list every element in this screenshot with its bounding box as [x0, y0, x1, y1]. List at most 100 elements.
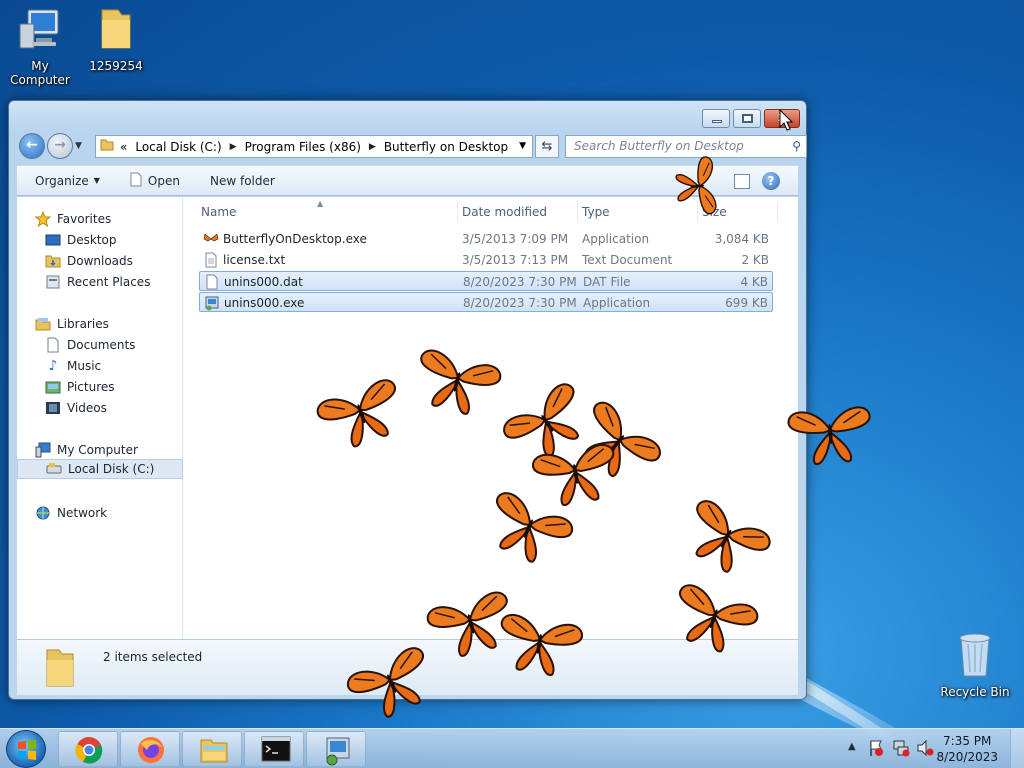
- clock-time: 7:35 PM: [943, 734, 992, 748]
- nav-label: Desktop: [67, 233, 117, 247]
- desktop-icon-recycle-bin[interactable]: Recycle Bin: [935, 630, 1015, 699]
- nav-recent-places[interactable]: Recent Places: [45, 272, 211, 292]
- refresh-icon: ⇆: [541, 139, 553, 154]
- file-size: 3,084 KB: [714, 232, 769, 246]
- maximize-button[interactable]: [733, 109, 761, 128]
- column-header-type[interactable]: Type: [578, 201, 698, 223]
- taskbar-chrome[interactable]: [58, 731, 118, 767]
- file-row-selected[interactable]: unins000.dat 8/20/2023 7:30 PM DAT File …: [199, 271, 773, 291]
- file-type: Application: [583, 296, 651, 310]
- search-icon[interactable]: ⚲: [792, 136, 801, 157]
- nav-label: Music: [67, 359, 102, 373]
- nav-label: Documents: [67, 338, 136, 352]
- nav-label: Favorites: [57, 212, 112, 226]
- minimize-button[interactable]: [702, 109, 730, 128]
- file-size: 699 KB: [725, 296, 768, 310]
- file-row[interactable]: ButterflyOnDesktop.exe 3/5/2013 7:09 PM …: [199, 229, 773, 249]
- file-date: 3/5/2013 7:09 PM: [462, 232, 569, 246]
- new-folder-button[interactable]: New folder: [210, 174, 275, 188]
- breadcrumb-program-files[interactable]: Program Files (x86): [245, 140, 361, 154]
- recent-places-icon: [45, 274, 61, 290]
- nav-network[interactable]: Network: [35, 503, 201, 523]
- column-header-date[interactable]: Date modified: [458, 201, 578, 223]
- folder-icon: [76, 6, 156, 55]
- help-icon[interactable]: ?: [762, 172, 780, 190]
- nav-desktop[interactable]: Desktop: [45, 230, 211, 250]
- downloads-folder-icon: [45, 253, 61, 269]
- file-row[interactable]: license.txt 3/5/2013 7:13 PM Text Docume…: [199, 250, 773, 270]
- system-tray: ▲ 7:35 PM 8/20/2023: [824, 729, 1024, 768]
- chevron-down-icon[interactable]: ▼: [519, 141, 526, 151]
- open-label: Open: [147, 173, 180, 188]
- network-icon: [35, 505, 51, 521]
- file-name: unins000.dat: [224, 275, 303, 289]
- nav-label: Libraries: [57, 317, 109, 331]
- organize-button[interactable]: Organize ▼: [35, 174, 100, 188]
- file-size: 4 KB: [740, 275, 768, 289]
- new-folder-label: New folder: [209, 173, 275, 188]
- documents-icon: [45, 337, 61, 353]
- breadcrumb-butterfly[interactable]: Butterfly on Desktop: [384, 140, 508, 154]
- nav-libraries[interactable]: Libraries: [35, 314, 201, 334]
- show-hidden-icons-icon[interactable]: ▲: [848, 741, 856, 752]
- nav-label: Videos: [67, 401, 107, 415]
- chevron-right-icon[interactable]: ▶: [369, 142, 376, 152]
- computer-icon: [0, 8, 80, 55]
- nav-my-computer[interactable]: My Computer: [35, 440, 201, 460]
- back-button[interactable]: ←: [19, 133, 45, 159]
- refresh-button[interactable]: ⇆: [535, 135, 559, 158]
- clock[interactable]: 7:35 PM 8/20/2023: [936, 733, 998, 765]
- chevron-right-icon[interactable]: ▶: [230, 142, 237, 152]
- computer-icon: [35, 442, 51, 458]
- nav-videos[interactable]: Videos: [45, 398, 211, 418]
- command-prompt-icon: [261, 736, 291, 765]
- forward-arrow-icon: →: [54, 137, 66, 153]
- start-button[interactable]: [6, 730, 46, 768]
- action-center-icon[interactable]: [868, 739, 884, 760]
- open-button[interactable]: Open: [130, 172, 180, 190]
- videos-icon: [45, 400, 61, 416]
- file-type: DAT File: [583, 275, 631, 289]
- file-size: 2 KB: [741, 253, 769, 267]
- butterfly-app-icon: [203, 231, 219, 247]
- file-date: 8/20/2023 7:30 PM: [463, 275, 577, 289]
- taskbar-firefox[interactable]: [120, 731, 180, 767]
- address-overflow[interactable]: «: [120, 140, 127, 154]
- document-icon: [130, 172, 142, 190]
- file-row-selected[interactable]: unins000.exe 8/20/2023 7:30 PM Applicati…: [199, 292, 773, 312]
- music-icon: ♪: [48, 358, 58, 374]
- forward-button[interactable]: →: [47, 133, 73, 159]
- explorer-window[interactable]: ✕ ← → ▼ « Local Disk (C:) ▶ Program File…: [8, 100, 807, 700]
- explorer-content: Favorites Desktop Downloads Recent Place…: [17, 197, 798, 639]
- recent-pages-dropdown[interactable]: ▼: [75, 141, 82, 151]
- column-label: Type: [582, 205, 610, 219]
- address-bar[interactable]: « Local Disk (C:) ▶ Program Files (x86) …: [95, 135, 533, 158]
- nav-downloads[interactable]: Downloads: [45, 251, 211, 271]
- file-name: ButterflyOnDesktop.exe: [223, 232, 367, 246]
- back-arrow-icon: ←: [26, 137, 38, 153]
- chevron-down-icon: ▼: [93, 176, 100, 185]
- taskbar-file-explorer[interactable]: [182, 731, 242, 767]
- command-bar: Organize ▼ Open New folder ?: [17, 165, 798, 196]
- nav-pictures[interactable]: Pictures: [45, 377, 211, 397]
- nav-local-disk[interactable]: Local Disk (C:): [17, 459, 183, 479]
- volume-muted-icon[interactable]: [916, 739, 934, 760]
- taskbar-installer[interactable]: [306, 731, 366, 767]
- column-header-size[interactable]: Size: [698, 201, 778, 223]
- column-header-name[interactable]: Name ▲: [197, 199, 458, 223]
- search-input[interactable]: Search Butterfly on Desktop ⚲: [565, 135, 807, 158]
- preview-pane-button[interactable]: [734, 174, 750, 189]
- taskbar-command-prompt[interactable]: [244, 731, 304, 767]
- multiple-files-icon: [46, 649, 74, 687]
- navigation-pane: Favorites Desktop Downloads Recent Place…: [17, 197, 183, 639]
- file-date: 3/5/2013 7:13 PM: [462, 253, 569, 267]
- network-status-icon[interactable]: [892, 739, 910, 760]
- desktop-icon-1259254[interactable]: 1259254: [76, 6, 156, 73]
- breadcrumb-local-disk[interactable]: Local Disk (C:): [135, 140, 221, 154]
- show-desktop-button[interactable]: [1010, 729, 1024, 768]
- nav-documents[interactable]: Documents: [45, 335, 211, 355]
- nav-favorites[interactable]: Favorites: [34, 209, 201, 229]
- desktop-icon-my-computer[interactable]: My Computer: [0, 8, 80, 87]
- nav-label: Downloads: [67, 254, 133, 268]
- nav-music[interactable]: ♪ Music: [45, 356, 211, 376]
